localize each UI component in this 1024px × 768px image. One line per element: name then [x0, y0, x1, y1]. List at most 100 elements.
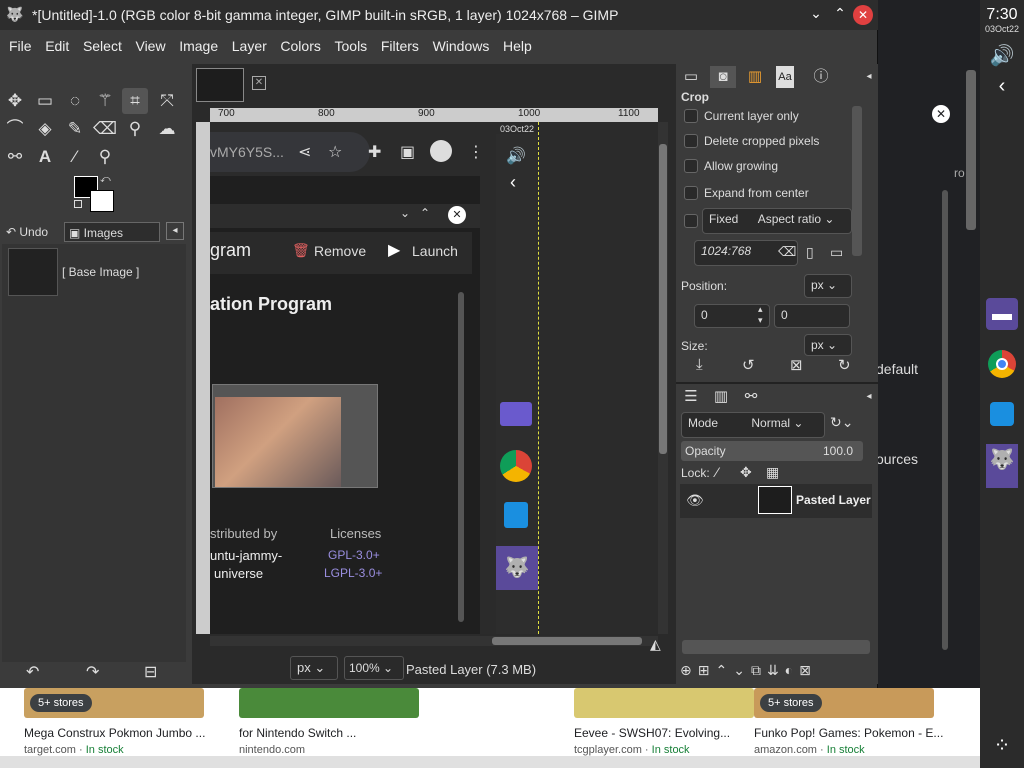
menu-help[interactable]: Help [498, 34, 537, 58]
size-unit-select[interactable]: px ⌄ [804, 334, 852, 356]
visibility-eye-icon[interactable]: 👁 [686, 492, 704, 509]
gimp-app-icon[interactable]: 🐺 [986, 444, 1018, 488]
menu-tools[interactable]: Tools [330, 34, 373, 58]
launcher-icon[interactable]: ⁘ [986, 730, 1018, 762]
chrome-app-icon[interactable] [986, 348, 1018, 380]
bucket-fill-icon[interactable]: ◈ [32, 116, 58, 142]
mask-icon[interactable]: ◐ [785, 662, 799, 678]
bg-scrollbar[interactable] [942, 190, 948, 650]
image-tab-close-icon[interactable]: ✕ [252, 76, 266, 90]
channels-tab-icon[interactable]: ▥ [708, 386, 734, 408]
paths-tab-icon[interactable]: ⚯ [738, 386, 764, 408]
layers-hscrollbar[interactable] [682, 640, 870, 654]
menu-edit[interactable]: Edit [40, 34, 74, 58]
text-tool-icon[interactable]: A [32, 144, 58, 170]
device-status-tab-icon[interactable]: ◙ [710, 66, 736, 88]
restore-options-icon[interactable]: ↺ [742, 356, 755, 374]
lock-position-icon[interactable]: ✥ [740, 464, 752, 481]
image-tab-thumb[interactable] [196, 68, 244, 102]
clear-history-button[interactable]: ⊟ [144, 662, 157, 682]
menu-filters[interactable]: Filters [376, 34, 424, 58]
eraser-icon[interactable]: ⌫ [92, 116, 118, 142]
fonts-tab-icon[interactable]: Aa [776, 66, 794, 88]
transform-icon[interactable]: ⤧ [154, 88, 180, 114]
clone-icon[interactable]: ⚲ [122, 116, 148, 142]
new-group-icon[interactable]: ⊞ [698, 662, 716, 678]
bg-close-button[interactable]: ✕ [932, 105, 950, 123]
canvas-vscroll-thumb[interactable] [659, 144, 667, 454]
fixed-aspect-select[interactable]: Fixed Aspect ratio ⌄ [702, 208, 852, 234]
product-title[interactable]: Funko Pop! Games: Pokemon - E... [754, 726, 943, 740]
undo-button[interactable]: ↶ [26, 662, 39, 682]
reset-options-icon[interactable]: ↻ [838, 356, 851, 374]
bottom-scrollbar[interactable] [0, 756, 980, 768]
layers-tab-icon[interactable]: ☰ [678, 386, 704, 408]
delete-options-icon[interactable]: ⊠ [790, 356, 803, 374]
menu-file[interactable]: File [4, 34, 37, 58]
merge-layer-icon[interactable]: ⇊ [767, 662, 785, 678]
background-color[interactable] [90, 190, 114, 212]
tab-menu-icon[interactable]: ◂ [166, 222, 184, 240]
dock-menu-icon[interactable]: ◂ [856, 66, 882, 88]
paths-icon[interactable]: ⚯ [2, 144, 28, 170]
lock-pixels-icon[interactable]: ⁄ [716, 464, 718, 480]
color-picker-icon[interactable]: ⁄ [62, 144, 88, 170]
menu-select[interactable]: Select [78, 34, 127, 58]
zoom-icon[interactable]: ⚲ [92, 144, 118, 170]
menu-layer[interactable]: Layer [227, 34, 272, 58]
back-arrow-icon[interactable]: ‹ [986, 70, 1018, 102]
help-tab-icon[interactable]: ⓘ [808, 66, 834, 88]
tool-options-tab-icon[interactable]: ▭ [678, 66, 704, 88]
expand-center-checkbox[interactable] [684, 186, 698, 200]
options-scrollbar[interactable] [852, 106, 862, 256]
menu-colors[interactable]: Colors [275, 34, 325, 58]
redo-button[interactable]: ↷ [86, 662, 99, 682]
close-button[interactable]: ✕ [853, 5, 873, 25]
position-y-input[interactable]: 0 [774, 304, 850, 328]
minimize-button[interactable]: ⌄ [806, 5, 826, 25]
mode-select[interactable]: Mode Normal ⌄ [681, 412, 825, 438]
warp-icon[interactable]: ⌒ [2, 116, 28, 142]
undo-history-item[interactable]: [ Base Image ] [62, 265, 139, 279]
move-tool-icon[interactable]: ✥ [2, 88, 28, 114]
tab-undo[interactable]: ↶ Undo [2, 222, 60, 242]
paintbrush-icon[interactable]: ✎ [62, 116, 88, 142]
current-layer-only-checkbox[interactable] [684, 109, 698, 123]
image-canvas[interactable]: vMY6Y5S... ⋖ ☆ ✚ ▣ ⋮ ⌄ ⌃ ✕ gram 🗑 Remove… [210, 122, 658, 634]
tab-images[interactable]: ▣ Images [64, 222, 160, 242]
crop-tool-icon[interactable]: ⌗ [122, 88, 148, 114]
rect-select-icon[interactable]: ▭ [32, 88, 58, 114]
delete-layer-icon[interactable]: ⊠ [799, 662, 817, 678]
product-title[interactable]: for Nintendo Switch ... [239, 726, 356, 740]
menu-view[interactable]: View [130, 34, 170, 58]
unit-select[interactable]: px ⌄ [290, 656, 338, 680]
product-title[interactable]: Mega Construx Pokmon Jumbo ... [24, 726, 205, 740]
layers-menu-icon[interactable]: ◂ [856, 386, 882, 408]
zoom-select[interactable]: 100% ⌄ [344, 656, 404, 680]
clear-ratio-icon[interactable]: ⌫ [778, 244, 796, 260]
new-layer-icon[interactable]: ⊕ [680, 662, 698, 678]
play-store-icon[interactable] [986, 398, 1018, 430]
save-options-icon[interactable]: ⤓ [696, 356, 703, 373]
position-unit-select[interactable]: px ⌄ [804, 274, 852, 298]
menu-windows[interactable]: Windows [428, 34, 495, 58]
files-app-icon[interactable]: ▬ [986, 298, 1018, 330]
product-title[interactable]: Eevee - SWSH07: Evolving... [574, 726, 730, 740]
smudge-icon[interactable]: ☁ [154, 116, 180, 142]
portrait-icon[interactable]: ▯ [806, 244, 814, 261]
lock-alpha-icon[interactable]: ▦ [766, 464, 779, 481]
default-colors-icon[interactable] [74, 200, 82, 208]
swap-colors-icon[interactable]: ⤺ [100, 174, 111, 185]
position-x-spinner[interactable]: ▴ ▾ [758, 304, 763, 326]
delete-cropped-checkbox[interactable] [684, 134, 698, 148]
patterns-tab-icon[interactable]: ▥ [742, 66, 768, 88]
landscape-icon[interactable]: ▭ [830, 244, 843, 261]
speaker-icon[interactable]: 🔊 [986, 40, 1018, 72]
menu-image[interactable]: Image [174, 34, 223, 58]
allow-growing-checkbox[interactable] [684, 159, 698, 173]
navigate-icon[interactable]: ◭ [650, 636, 661, 653]
canvas-hscroll-thumb[interactable] [492, 637, 642, 645]
lasso-icon[interactable]: ◌ [62, 88, 88, 114]
lower-layer-icon[interactable]: ⌄ [733, 662, 751, 678]
right-scrollbar[interactable] [966, 70, 976, 230]
